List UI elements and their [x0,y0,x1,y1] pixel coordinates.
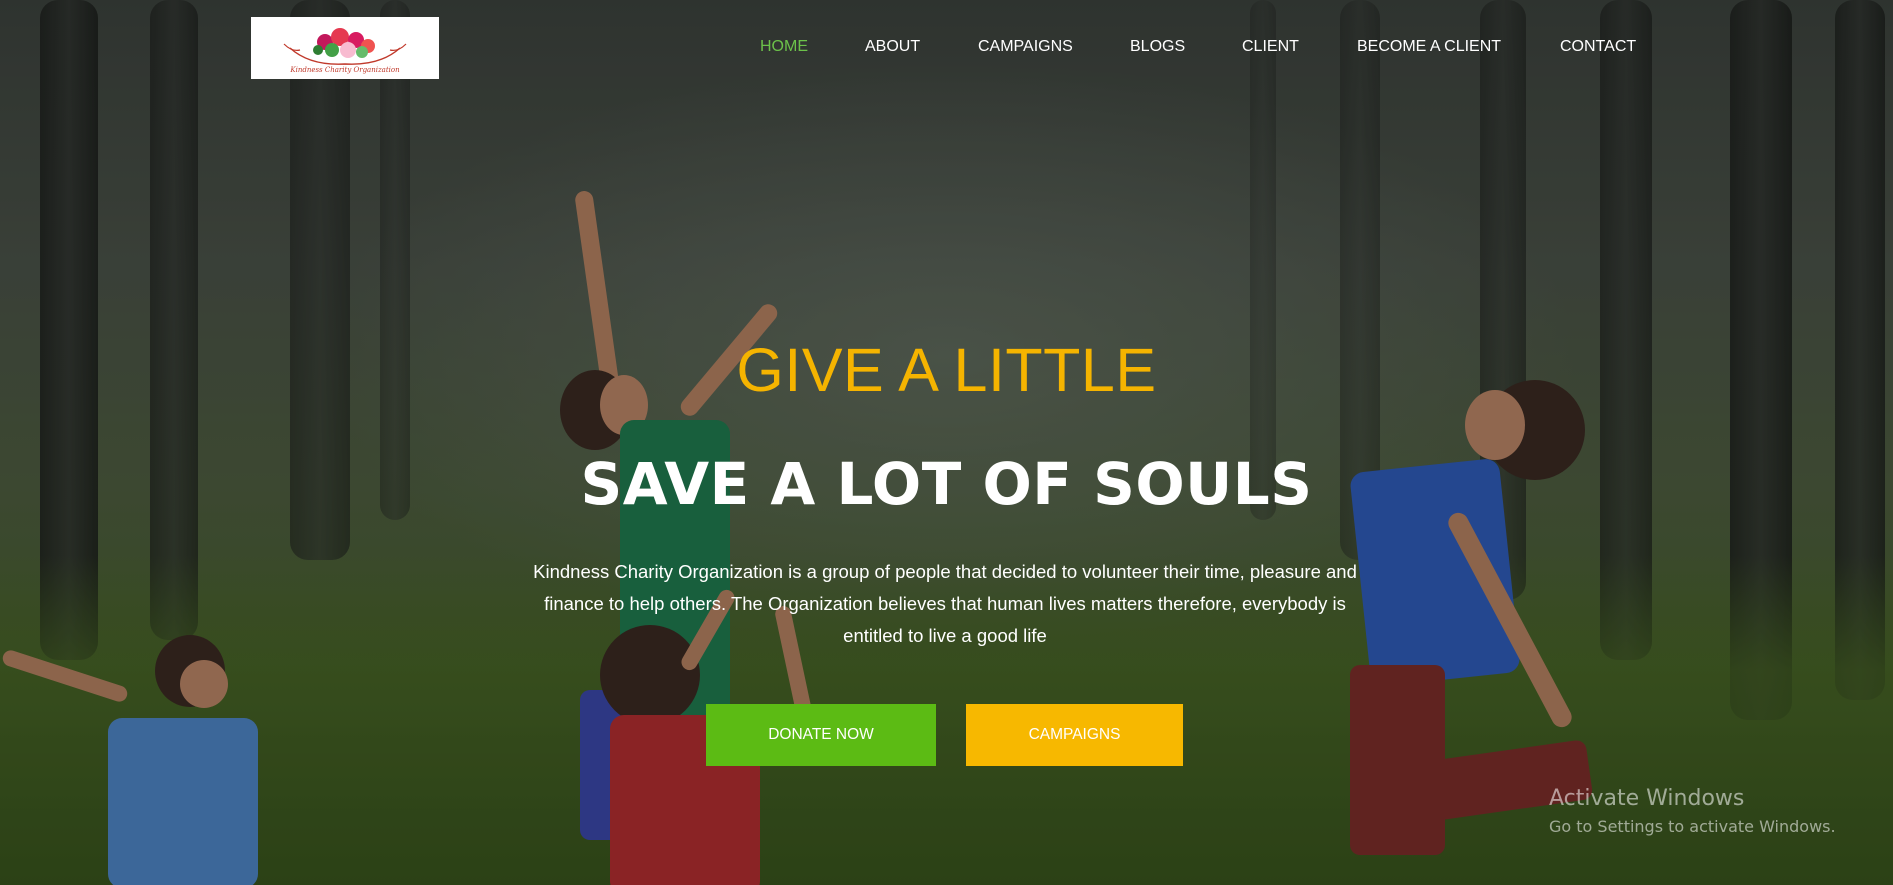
campaigns-button[interactable]: CAMPAIGNS [966,704,1183,766]
windows-activation-watermark: Activate Windows Go to Settings to activ… [1549,786,1836,836]
nav-about[interactable]: ABOUT [865,38,920,56]
nav-blogs[interactable]: BLOGS [1130,38,1185,56]
nav-home[interactable]: HOME [760,38,808,56]
nav-client[interactable]: CLIENT [1242,38,1299,56]
hero-section: Kindness Charity Organization HOME ABOUT… [0,0,1893,885]
description-line: entitled to live a good life [843,625,1047,646]
site-logo[interactable]: Kindness Charity Organization [251,17,439,79]
hero-subtitle: GIVE A LITTLE [736,336,1157,404]
logo-caption: Kindness Charity Organization [290,66,400,74]
nav-contact[interactable]: CONTACT [1560,38,1636,56]
hero-description: Kindness Charity Organization is a group… [520,556,1370,652]
watermark-title: Activate Windows [1549,786,1745,811]
hero-overlay [0,0,1893,885]
nav-become-a-client[interactable]: BECOME A CLIENT [1357,38,1501,56]
nav-campaigns[interactable]: CAMPAIGNS [978,38,1073,56]
hero-title: SAVE A LOT OF SOULS [580,450,1313,518]
description-line: finance to help others. The Organization… [544,593,1346,614]
description-line: Kindness Charity Organization is a group… [533,561,1357,582]
watermark-subtitle: Go to Settings to activate Windows. [1549,817,1836,836]
donate-now-button[interactable]: DONATE NOW [706,704,936,766]
flower-bouquet-icon [283,28,407,65]
